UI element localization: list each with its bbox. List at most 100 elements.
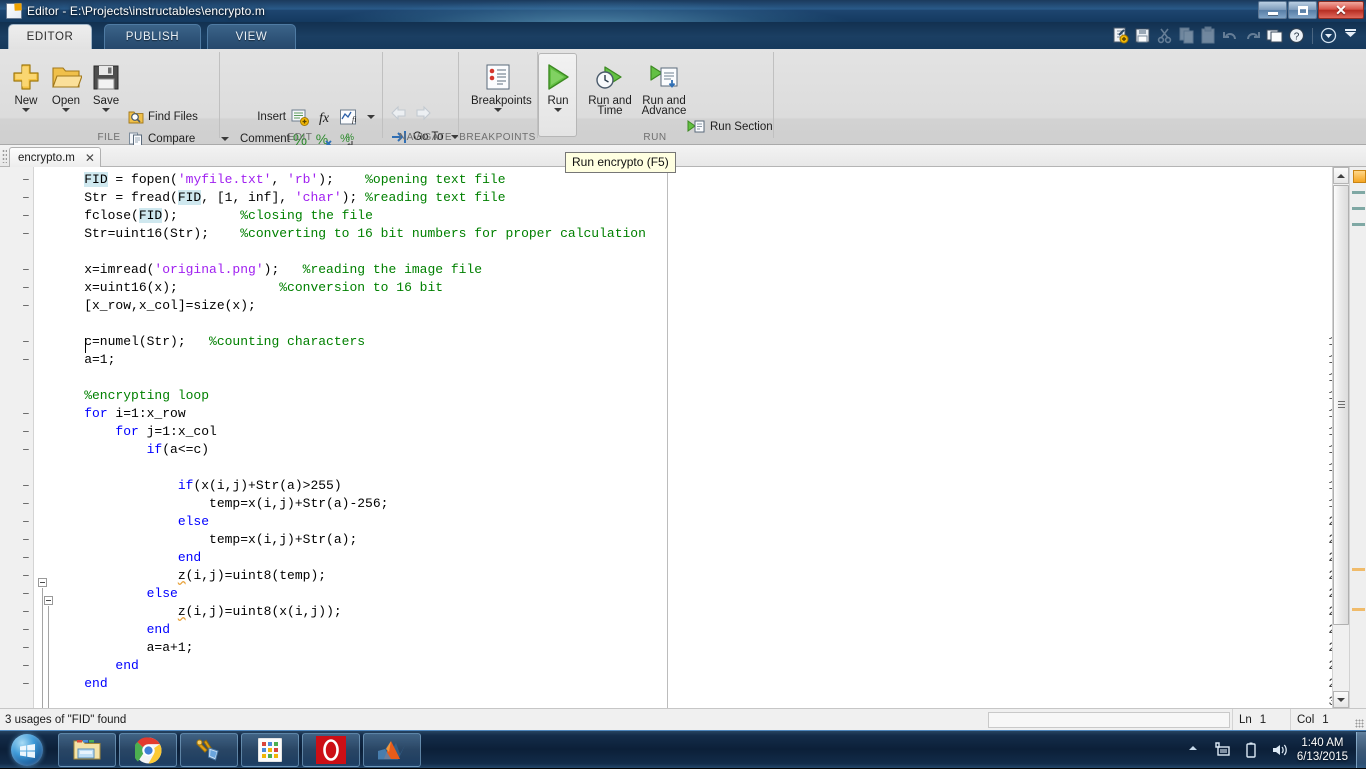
taskbar-clock[interactable]: 1:40 AM 6/13/2015 [1297,736,1348,764]
insert-dropdown-caret[interactable] [367,115,375,119]
close-icon[interactable]: ✕ [85,152,95,164]
insert-fi-icon[interactable]: fi [338,107,358,127]
code-line[interactable]: z(i,j)=uint8(temp); [53,567,326,585]
minimize-button[interactable] [1258,1,1287,19]
code-line[interactable]: for i=1:x_row [53,405,186,423]
tab-bar-grip[interactable] [2,149,7,163]
customize-icon[interactable] [1319,26,1338,45]
new-script-icon[interactable] [1111,26,1130,45]
executable-line-marker[interactable]: – [22,549,30,567]
run-dropdown-caret[interactable] [554,108,562,112]
code-line[interactable]: c=numel(Str); %counting characters [53,333,365,351]
code-line[interactable]: end [53,657,139,675]
warning-mark-2[interactable] [1352,608,1365,611]
executable-line-marker[interactable]: – [22,279,30,297]
code-analyzer-marker-strip[interactable] [1349,167,1366,708]
start-orb-icon[interactable] [2,732,52,768]
executable-line-marker[interactable]: – [22,207,30,225]
usage-mark-2[interactable] [1352,207,1365,210]
code-line[interactable]: temp=x(i,j)+Str(a)-256; [53,495,388,513]
code-line[interactable]: z(i,j)=uint8(x(i,j)); [53,603,342,621]
code-line[interactable]: for j=1:x_col [53,423,217,441]
executable-line-marker[interactable]: – [22,639,30,657]
code-line[interactable]: else [53,513,209,531]
taskbar-item-explorer[interactable] [58,733,116,767]
code-line[interactable]: a=a+1; [53,639,193,657]
executable-line-marker[interactable]: – [22,423,30,441]
code-line[interactable]: if(x(i,j)+Str(a)>255) [53,477,342,495]
code-text-area[interactable]: FID = fopen('myfile.txt', 'rb'); %openin… [53,167,1366,708]
code-line[interactable]: fclose(FID); %closing the file [53,207,373,225]
code-line[interactable]: a=1; [53,351,115,369]
executable-line-marker[interactable]: – [22,621,30,639]
executable-line-marker[interactable]: – [22,657,30,675]
executable-line-marker[interactable]: – [22,261,30,279]
executable-line-marker[interactable]: – [22,405,30,423]
executable-line-marker[interactable]: – [22,225,30,243]
taskbar-item-matlab[interactable] [363,733,421,767]
executable-line-marker[interactable]: – [22,297,30,315]
open-dropdown-caret[interactable] [62,108,70,112]
code-line[interactable]: temp=x(i,j)+Str(a); [53,531,357,549]
executable-line-marker[interactable]: – [22,603,30,621]
executable-line-marker[interactable]: – [22,189,30,207]
save-button[interactable]: Save [80,55,132,112]
save-icon[interactable] [1133,26,1152,45]
scroll-up-button[interactable] [1333,167,1349,184]
usage-mark-1[interactable] [1352,191,1365,194]
scrollbar-thumb[interactable] [1333,185,1349,625]
taskbar-item-opera[interactable] [302,733,360,767]
battery-icon[interactable] [1241,740,1261,760]
tab-view[interactable]: VIEW [207,24,296,49]
code-line[interactable]: %encrypting loop [53,387,209,405]
executable-line-marker[interactable]: – [22,441,30,459]
executable-line-marker[interactable]: – [22,567,30,585]
help-icon[interactable]: ? [1287,26,1306,45]
restore-button[interactable] [1288,1,1317,19]
code-line[interactable]: x=imread('original.png'); %reading the i… [53,261,482,279]
executable-line-marker[interactable]: – [22,171,30,189]
tab-publish[interactable]: PUBLISH [104,24,201,49]
network-icon[interactable] [1213,740,1233,760]
window-title-bar[interactable]: Editor - E:\Projects\instructables\encry… [0,0,1366,22]
code-line[interactable]: end [53,621,170,639]
code-line[interactable]: Str = fread(FID, [1, inf], 'char'); %rea… [53,189,506,207]
editor-vertical-scrollbar[interactable] [1332,167,1349,708]
volume-icon[interactable] [1269,740,1289,760]
code-line[interactable]: end [53,675,108,693]
code-line[interactable]: FID = fopen('myfile.txt', 'rb'); %openin… [53,171,506,189]
executable-line-marker[interactable]: – [22,351,30,369]
taskbar-item-tools[interactable] [180,733,238,767]
taskbar-item-app-grid[interactable] [241,733,299,767]
insert-row[interactable]: Insert fx fi [240,106,375,127]
breakpoints-button[interactable]: Breakpoints [471,55,525,112]
warning-mark-1[interactable] [1352,568,1365,571]
switch-window-icon[interactable] [1265,26,1284,45]
code-line[interactable]: Str=uint16(Str); %converting to 16 bit n… [53,225,646,243]
insert-section-icon[interactable] [290,107,310,127]
executable-line-marker[interactable]: – [22,531,30,549]
fold-marker-line-14[interactable] [38,578,47,587]
code-line[interactable]: else [53,585,178,603]
fold-marker-line-15[interactable] [44,596,53,605]
find-files-button[interactable]: Find Files [128,106,198,127]
code-editor[interactable]: FID = fopen('myfile.txt', 'rb'); %openin… [0,167,1366,708]
code-analyzer-status-icon[interactable] [1353,170,1366,183]
code-line[interactable]: end [53,549,201,567]
run-and-advance-button[interactable]: Run and Advance [628,55,700,117]
code-line[interactable]: x=uint16(x); %conversion to 16 bit [53,279,443,297]
taskbar-item-chrome[interactable] [119,733,177,767]
new-dropdown-caret[interactable] [22,108,30,112]
executable-line-marker[interactable]: – [22,333,30,351]
minimize-ribbon-icon[interactable] [1341,26,1360,45]
executable-line-marker[interactable]: – [22,513,30,531]
executable-line-marker[interactable]: – [22,477,30,495]
executable-line-marker[interactable]: – [22,585,30,603]
window-resize-grip[interactable] [1355,719,1364,728]
code-line[interactable]: [x_row,x_col]=size(x); [53,297,256,315]
breakpoints-dropdown-caret[interactable] [494,108,502,112]
executable-line-marker[interactable]: – [22,495,30,513]
close-button[interactable]: ✕ [1318,1,1364,19]
code-line[interactable]: if(a<=c) [53,441,209,459]
code-fold-column[interactable] [35,167,53,708]
